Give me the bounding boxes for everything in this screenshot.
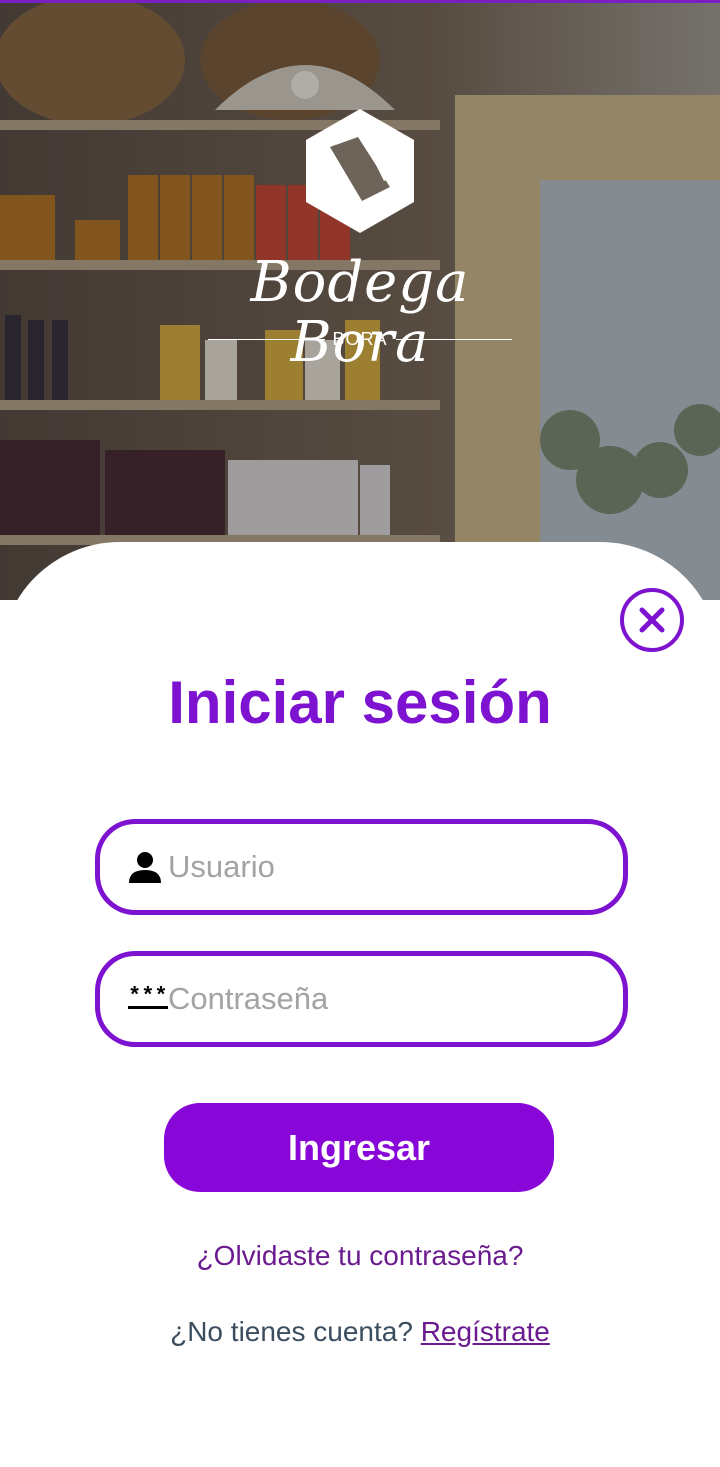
brand-name: Bodega Bora	[250, 250, 470, 375]
brand-subtitle: BORA	[332, 328, 388, 349]
signup-row: ¿No tienes cuenta? Regístrate	[0, 1316, 720, 1348]
register-link[interactable]: Regístrate	[421, 1316, 550, 1347]
login-button[interactable]: Ingresar	[164, 1103, 554, 1192]
no-account-text: ¿No tienes cuenta?	[170, 1316, 413, 1347]
password-asterisks-icon: ***	[128, 979, 168, 1019]
brand-divider-right	[395, 338, 513, 340]
brand-divider-left	[208, 338, 325, 340]
top-accent-line	[0, 0, 720, 3]
username-field[interactable]	[95, 819, 628, 915]
person-icon	[128, 847, 168, 887]
password-icon-glyph: ***	[128, 983, 168, 1009]
forgot-password-link[interactable]: ¿Olvidaste tu contraseña?	[0, 1240, 720, 1272]
password-field[interactable]: ***	[95, 951, 628, 1047]
password-input[interactable]	[168, 981, 623, 1017]
hexagon-logo-icon	[306, 109, 414, 233]
brand-subtitle-row: BORA	[208, 327, 513, 351]
brand-logo: Bodega Bora BORA	[190, 105, 530, 373]
close-button[interactable]	[620, 588, 684, 652]
page-title: Iniciar sesión	[168, 669, 552, 736]
close-icon	[639, 607, 665, 633]
username-input[interactable]	[168, 849, 623, 885]
hero-banner: Bodega Bora BORA	[0, 0, 720, 600]
